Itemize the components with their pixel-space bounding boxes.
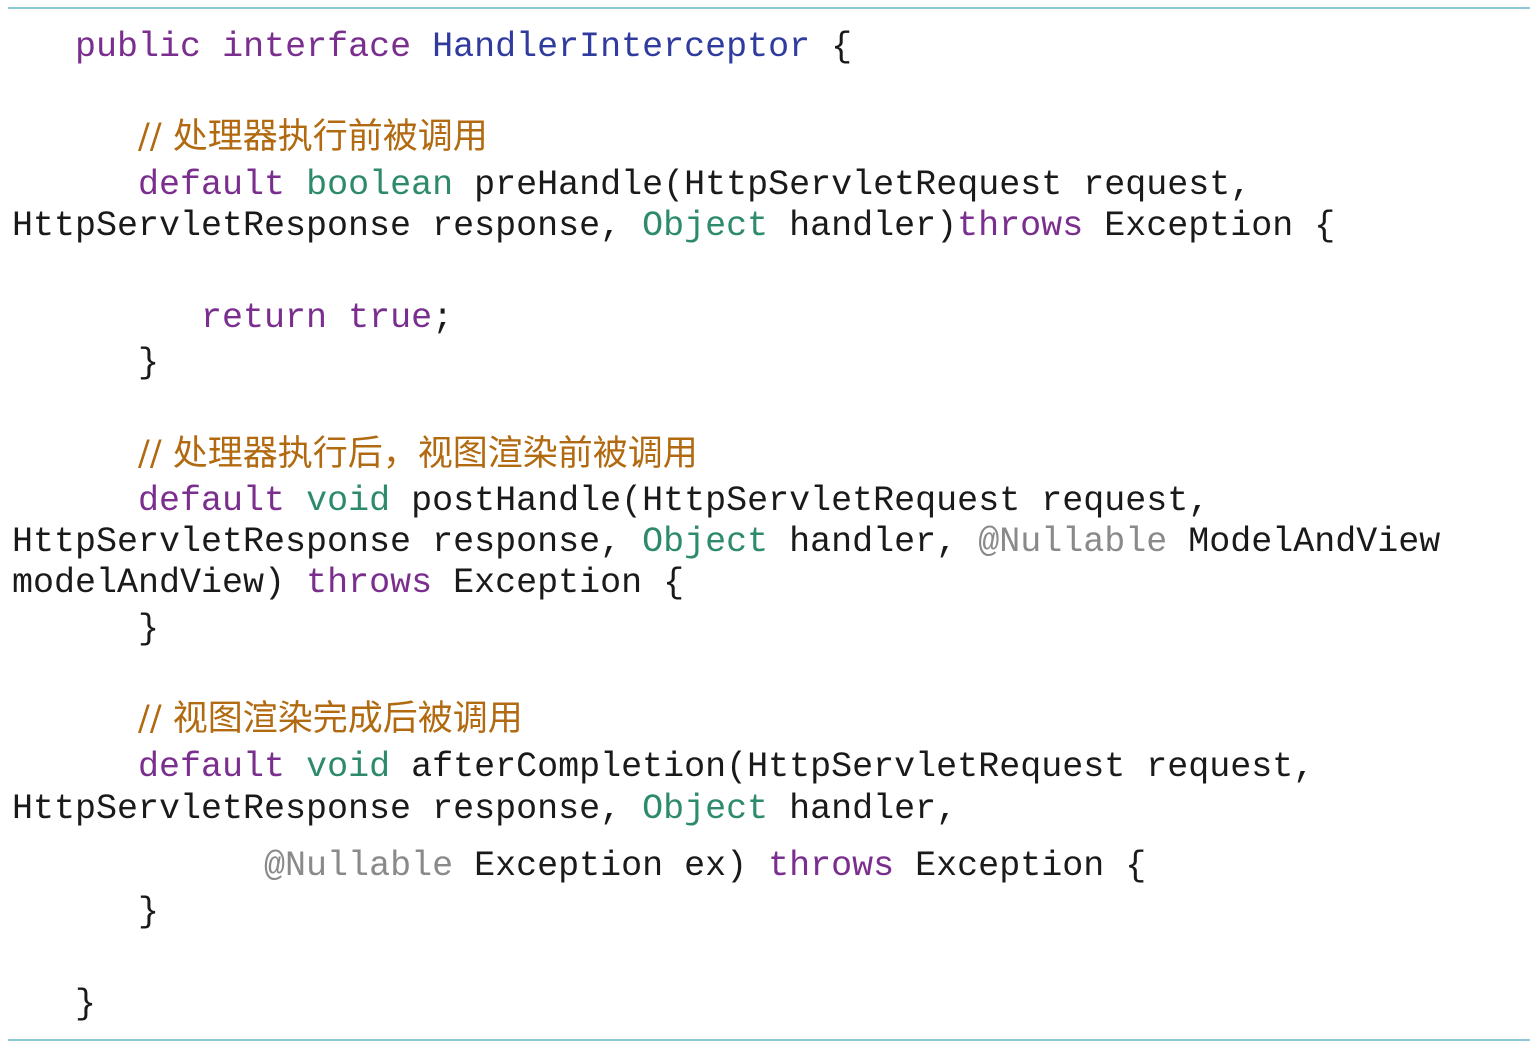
code-line-close-interface: } bbox=[12, 984, 96, 1024]
code-token: HttpServletResponse response, bbox=[12, 206, 643, 246]
code-token: true bbox=[348, 298, 433, 338]
code-token: return bbox=[201, 298, 328, 338]
code-token: default bbox=[138, 165, 286, 205]
code-token: preHandle(HttpServletRequest request, bbox=[453, 165, 1252, 205]
code-token: ; bbox=[432, 298, 454, 338]
code-token: boolean bbox=[306, 165, 454, 205]
code-token: @Nullable bbox=[264, 846, 454, 886]
code-token: throws bbox=[768, 846, 895, 886]
code-token: Object bbox=[642, 206, 769, 246]
code-token: modelAndView) bbox=[12, 563, 307, 603]
code-line-interface-declaration: public interface HandlerInterceptor { bbox=[12, 27, 852, 67]
code-token: handler) bbox=[768, 206, 958, 246]
code-token: Exception { bbox=[894, 846, 1147, 886]
code-token: void bbox=[306, 481, 391, 521]
code-line-comment-prehandle: // 处理器执行前被调用 bbox=[12, 117, 488, 159]
code-line-prehandle-signature-1: default boolean preHandle(HttpServletReq… bbox=[12, 165, 1251, 205]
code-line-posthandle-signature-2: HttpServletResponse response, Object han… bbox=[12, 522, 1440, 562]
code-line-comment-posthandle: // 处理器执行后，视图渲染前被调用 bbox=[12, 434, 698, 476]
code-line-return-true: return true; bbox=[12, 298, 453, 338]
top-divider bbox=[8, 7, 1530, 9]
code-token: Object bbox=[642, 789, 769, 829]
code-token: handler, bbox=[768, 522, 979, 562]
code-token: handler, bbox=[768, 789, 958, 829]
code-token: HttpServletResponse response, bbox=[12, 522, 643, 562]
code-token: ModelAndView bbox=[1167, 522, 1441, 562]
code-token: HandlerInterceptor bbox=[432, 27, 811, 67]
code-token: // 处理器执行后，视图渲染前被调用 bbox=[138, 434, 698, 474]
code-line-close-prehandle: } bbox=[12, 343, 159, 383]
code-token: // 视图渲染完成后被调用 bbox=[138, 699, 523, 739]
code-token: postHandle(HttpServletRequest request, bbox=[390, 481, 1210, 521]
code-line-aftercompletion-signature-3: @Nullable Exception ex) throws Exception… bbox=[12, 846, 1146, 886]
code-token: HttpServletResponse response, bbox=[12, 789, 643, 829]
code-token: @Nullable bbox=[978, 522, 1168, 562]
code-token: default bbox=[138, 481, 286, 521]
code-token: // 处理器执行前被调用 bbox=[138, 117, 488, 157]
code-token: public bbox=[75, 27, 202, 67]
code-line-posthandle-signature-3: modelAndView) throws Exception { bbox=[12, 563, 684, 603]
code-line-close-posthandle: } bbox=[12, 609, 159, 649]
code-token: Exception ex) bbox=[453, 846, 769, 886]
code-token: afterCompletion(HttpServletRequest reque… bbox=[390, 747, 1315, 787]
code-token: } bbox=[12, 892, 160, 932]
code-token: throws bbox=[306, 563, 433, 603]
code-token: throws bbox=[957, 206, 1084, 246]
code-line-close-aftercompletion: } bbox=[12, 892, 159, 932]
code-token: Exception { bbox=[432, 563, 685, 603]
code-token: interface bbox=[222, 27, 412, 67]
code-line-prehandle-signature-2: HttpServletResponse response, Object han… bbox=[12, 206, 1335, 246]
code-block: public interface HandlerInterceptor { //… bbox=[0, 0, 1537, 1048]
code-line-aftercompletion-signature-1: default void afterCompletion(HttpServlet… bbox=[12, 747, 1314, 787]
code-token: default bbox=[138, 747, 286, 787]
code-token: Exception { bbox=[1083, 206, 1336, 246]
code-line-posthandle-signature-1: default void postHandle(HttpServletReque… bbox=[12, 481, 1209, 521]
code-token: } bbox=[12, 343, 160, 383]
code-line-aftercompletion-signature-2: HttpServletResponse response, Object han… bbox=[12, 789, 957, 829]
code-token: } bbox=[12, 609, 160, 649]
bottom-divider bbox=[8, 1039, 1530, 1041]
code-line-comment-aftercompletion: // 视图渲染完成后被调用 bbox=[12, 699, 523, 741]
code-token: { bbox=[810, 27, 853, 67]
code-token: void bbox=[306, 747, 391, 787]
code-token: } bbox=[12, 984, 97, 1024]
code-token: Object bbox=[642, 522, 769, 562]
